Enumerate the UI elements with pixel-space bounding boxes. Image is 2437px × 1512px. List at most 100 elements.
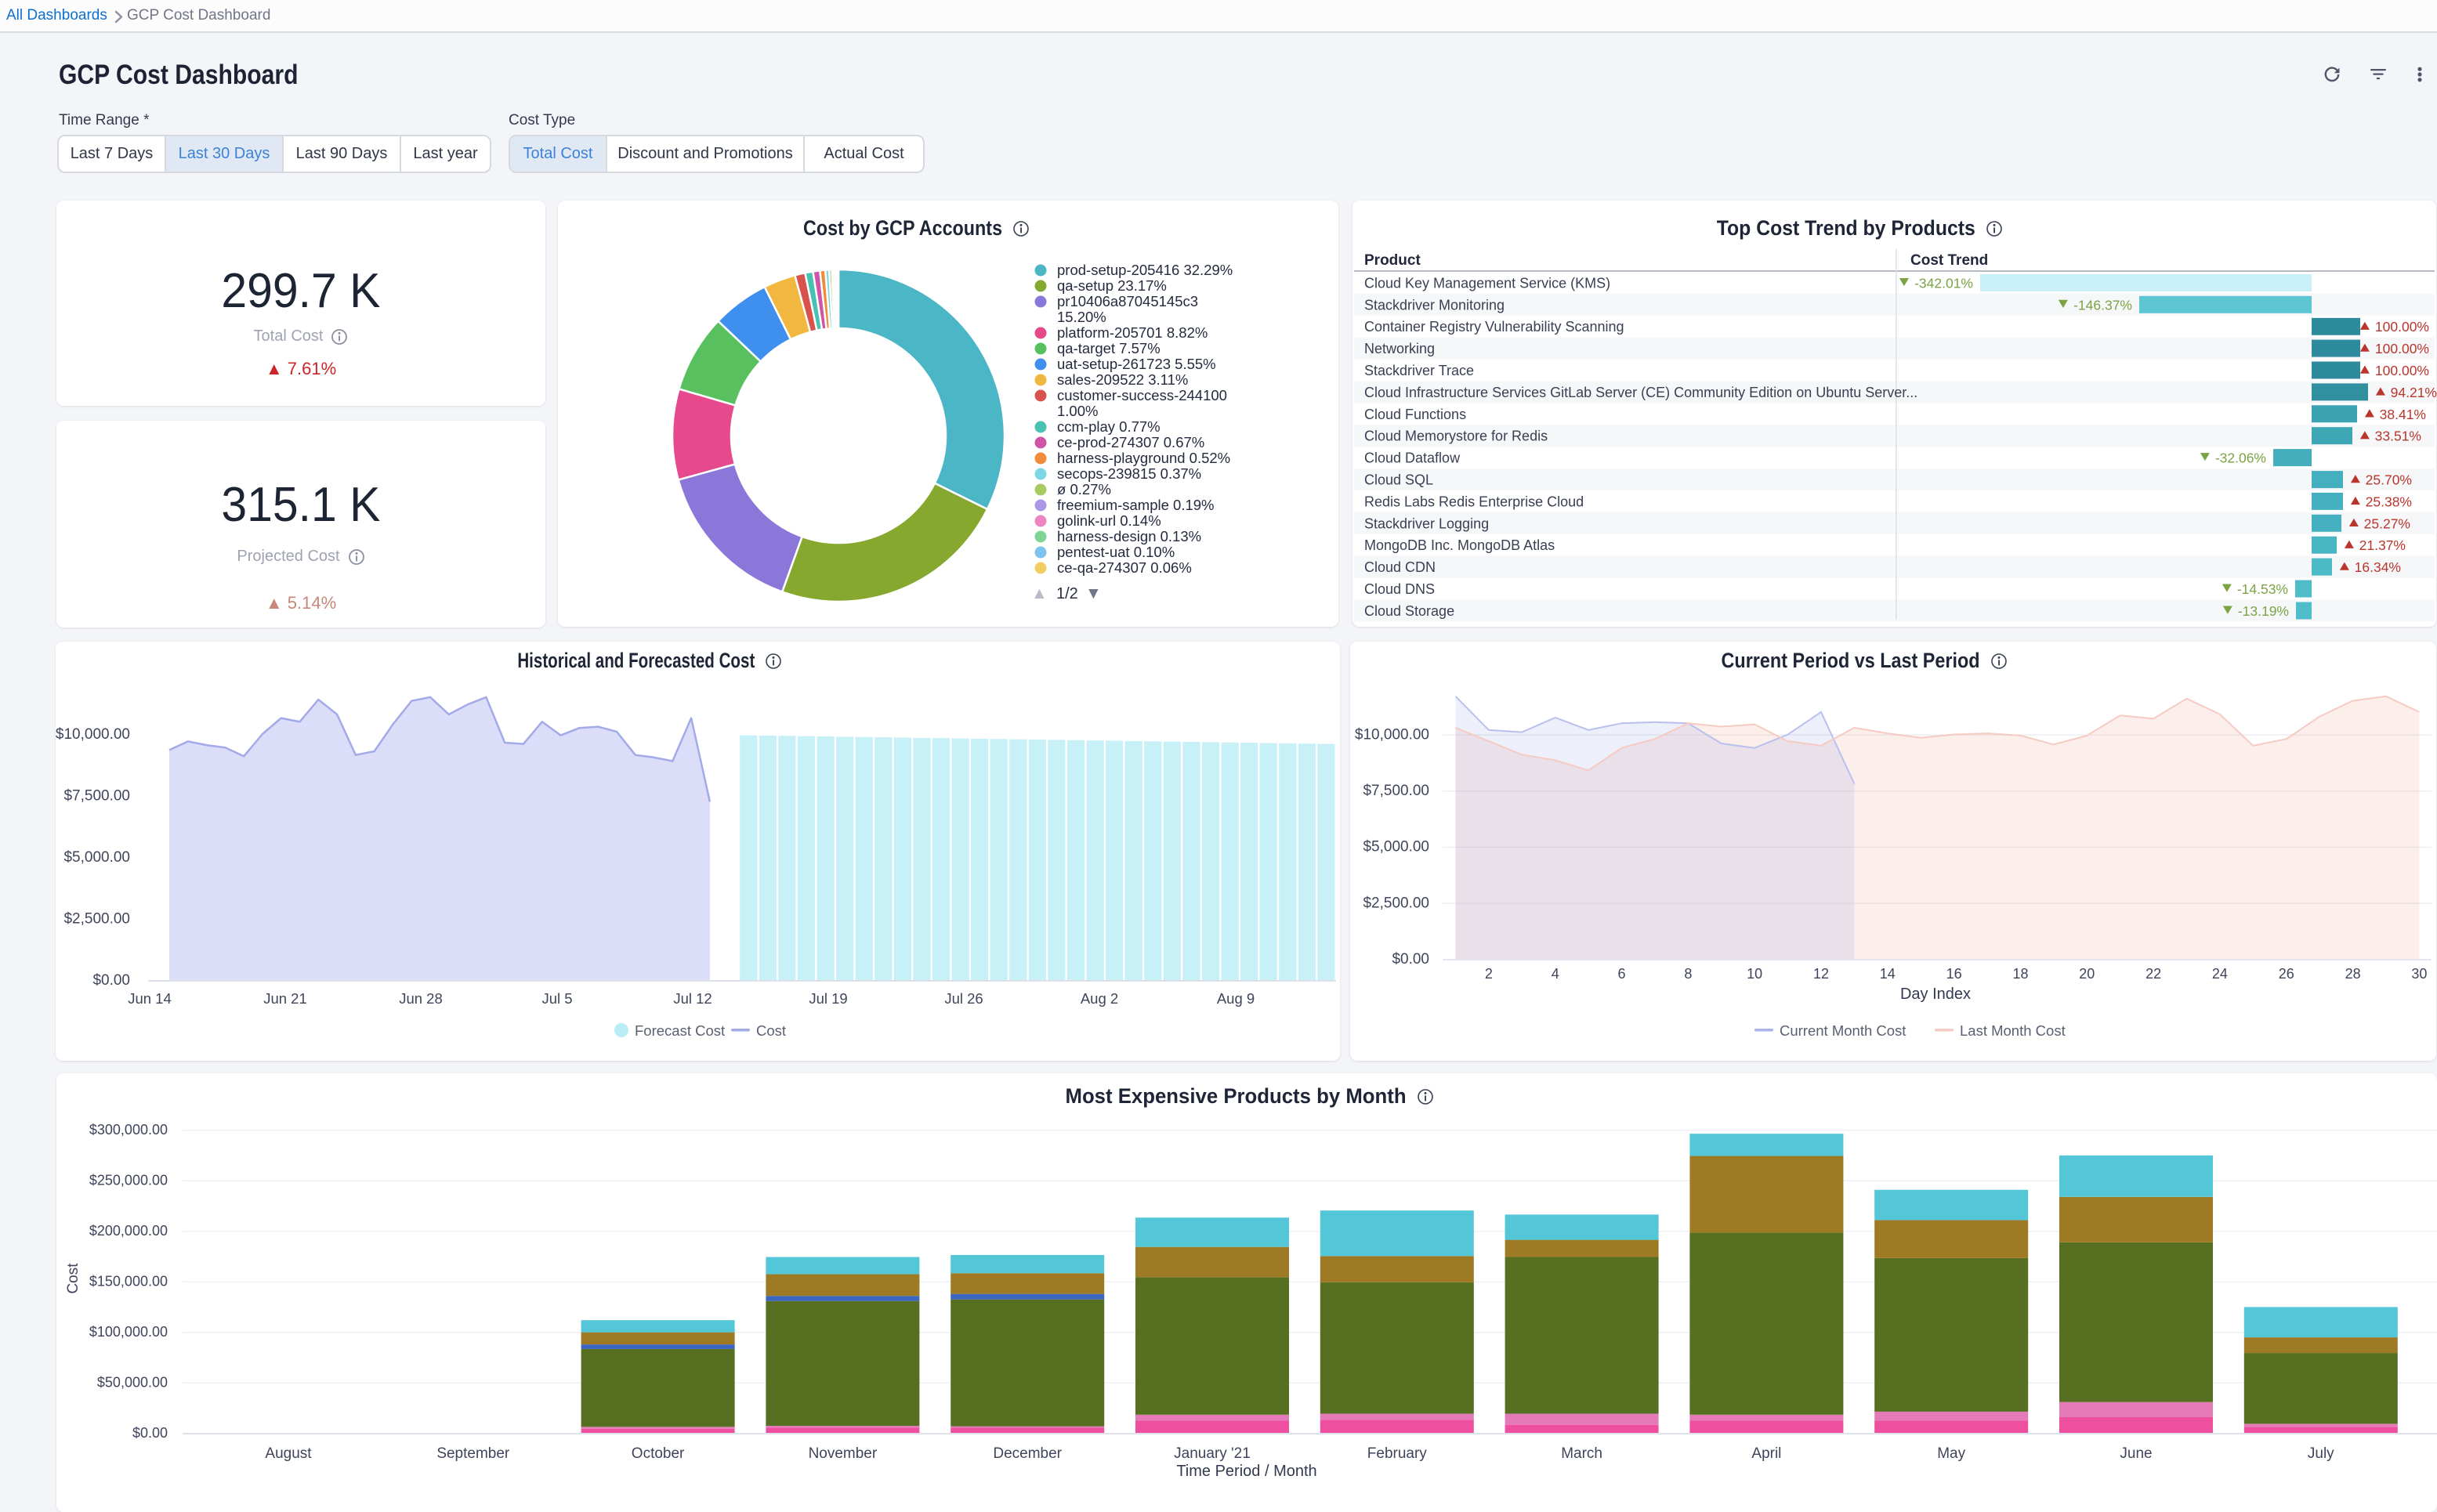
svg-text:$200,000.00: $200,000.00: [89, 1223, 168, 1239]
svg-text:$150,000.00: $150,000.00: [89, 1274, 168, 1290]
svg-text:1/2: 1/2: [1056, 585, 1078, 602]
svg-text:38.41%: 38.41%: [2380, 407, 2426, 422]
svg-text:2: 2: [1485, 966, 1493, 982]
svg-text:December: December: [993, 1445, 1062, 1462]
svg-text:Container Registry Vulnerabili: Container Registry Vulnerability Scannin…: [1364, 319, 1624, 335]
svg-text:15.20%: 15.20%: [1057, 309, 1106, 325]
svg-text:Jul 19: Jul 19: [809, 990, 847, 1007]
svg-text:Jun 28: Jun 28: [399, 990, 443, 1007]
svg-text:Jul 5: Jul 5: [541, 990, 572, 1007]
svg-text:qa-target 7.57%: qa-target 7.57%: [1057, 340, 1161, 356]
svg-text:Time Period / Month: Time Period / Month: [1176, 1463, 1316, 1480]
svg-text:-13.19%: -13.19%: [2238, 603, 2289, 619]
svg-text:September: September: [436, 1445, 510, 1462]
svg-text:4: 4: [1552, 966, 1559, 982]
svg-text:Cloud Functions: Cloud Functions: [1364, 407, 1466, 422]
svg-text:21.37%: 21.37%: [2359, 537, 2406, 553]
svg-text:1.00%: 1.00%: [1057, 403, 1098, 419]
svg-text:Aug 2: Aug 2: [1081, 990, 1118, 1007]
svg-text:Current Month Cost: Current Month Cost: [1780, 1022, 1906, 1039]
svg-text:Stackdriver Logging: Stackdriver Logging: [1364, 515, 1489, 531]
svg-text:$0.00: $0.00: [1392, 951, 1429, 968]
svg-text:28: 28: [2345, 966, 2361, 982]
svg-text:harness-playground 0.52%: harness-playground 0.52%: [1057, 450, 1230, 466]
svg-text:100.00%: 100.00%: [2375, 341, 2429, 356]
svg-text:platform-205701 8.82%: platform-205701 8.82%: [1057, 324, 1208, 341]
svg-text:November: November: [809, 1445, 878, 1462]
svg-text:May: May: [1937, 1445, 1965, 1462]
svg-text:prod-setup-205416 32.29%: prod-setup-205416 32.29%: [1057, 262, 1233, 278]
svg-text:Cloud Storage: Cloud Storage: [1364, 603, 1454, 619]
svg-text:$10,000.00: $10,000.00: [56, 726, 130, 743]
svg-text:April: April: [1751, 1445, 1781, 1462]
svg-text:ccm-play 0.77%: ccm-play 0.77%: [1057, 418, 1161, 435]
svg-text:16: 16: [1946, 966, 1962, 982]
svg-text:ce-prod-274307 0.67%: ce-prod-274307 0.67%: [1057, 434, 1204, 450]
svg-text:January '21: January '21: [1174, 1445, 1251, 1462]
svg-text:$5,000.00: $5,000.00: [63, 849, 130, 866]
svg-text:Cloud Dataflow: Cloud Dataflow: [1364, 450, 1461, 466]
svg-text:ce-qa-274307 0.06%: ce-qa-274307 0.06%: [1057, 559, 1192, 576]
svg-text:$10,000.00: $10,000.00: [1355, 726, 1429, 743]
svg-text:$2,500.00: $2,500.00: [63, 911, 130, 928]
svg-text:22: 22: [2146, 966, 2161, 982]
svg-text:Cloud CDN: Cloud CDN: [1364, 559, 1436, 575]
svg-text:Day Index: Day Index: [1900, 986, 1971, 1003]
svg-text:-14.53%: -14.53%: [2237, 581, 2288, 597]
svg-text:March: March: [1561, 1445, 1602, 1462]
svg-text:Jun 21: Jun 21: [263, 990, 307, 1007]
svg-text:$2,500.00: $2,500.00: [1363, 895, 1429, 911]
svg-text:Aug 9: Aug 9: [1217, 990, 1255, 1007]
svg-text:26: 26: [2279, 966, 2294, 982]
svg-text:$250,000.00: $250,000.00: [89, 1173, 168, 1188]
svg-text:14: 14: [1880, 966, 1896, 982]
svg-text:94.21%: 94.21%: [2391, 385, 2437, 400]
svg-text:$7,500.00: $7,500.00: [1363, 783, 1429, 799]
svg-text:Jun 14: Jun 14: [128, 990, 172, 1007]
svg-text:pentest-uat 0.10%: pentest-uat 0.10%: [1057, 544, 1175, 560]
svg-text:25.38%: 25.38%: [2366, 494, 2412, 509]
svg-text:$7,500.00: $7,500.00: [63, 788, 130, 805]
svg-text:▼: ▼: [1085, 584, 1102, 602]
svg-text:16.34%: 16.34%: [2355, 559, 2401, 575]
svg-text:MongoDB Inc. MongoDB Atlas: MongoDB Inc. MongoDB Atlas: [1364, 537, 1555, 553]
svg-text:$0.00: $0.00: [92, 972, 130, 989]
svg-text:-146.37%: -146.37%: [2073, 297, 2132, 313]
svg-text:33.51%: 33.51%: [2375, 429, 2421, 444]
svg-text:Jul 12: Jul 12: [673, 990, 712, 1007]
svg-text:qa-setup 23.17%: qa-setup 23.17%: [1057, 277, 1167, 294]
svg-text:ø 0.27%: ø 0.27%: [1057, 481, 1111, 497]
svg-text:October: October: [632, 1445, 685, 1462]
svg-text:harness-design 0.13%: harness-design 0.13%: [1057, 528, 1201, 544]
svg-text:Stackdriver Monitoring: Stackdriver Monitoring: [1364, 297, 1505, 313]
svg-text:Redis Labs Redis Enterprise Cl: Redis Labs Redis Enterprise Cloud: [1364, 494, 1584, 509]
svg-text:Networking: Networking: [1364, 341, 1435, 356]
svg-text:6: 6: [1617, 966, 1625, 982]
svg-text:freemium-sample 0.19%: freemium-sample 0.19%: [1057, 497, 1215, 513]
svg-text:100.00%: 100.00%: [2375, 319, 2429, 335]
svg-text:30: 30: [2411, 966, 2427, 982]
svg-text:secops-239815 0.37%: secops-239815 0.37%: [1057, 465, 1201, 482]
svg-text:-342.01%: -342.01%: [1914, 276, 1973, 291]
svg-text:Last Month Cost: Last Month Cost: [1960, 1022, 2066, 1039]
svg-text:Cloud DNS: Cloud DNS: [1364, 581, 1435, 597]
svg-text:Cost: Cost: [756, 1022, 786, 1039]
svg-text:18: 18: [2012, 966, 2028, 982]
svg-text:Cost Trend: Cost Trend: [1910, 252, 1988, 269]
svg-text:Cost: Cost: [65, 1263, 81, 1294]
svg-text:pr10406a87045145c3: pr10406a87045145c3: [1057, 293, 1198, 309]
svg-text:February: February: [1367, 1445, 1428, 1462]
svg-text:customer-success-244100: customer-success-244100: [1057, 387, 1227, 403]
svg-text:10: 10: [1747, 966, 1762, 982]
svg-text:Cloud Infrastructure Services: Cloud Infrastructure Services GitLab Ser…: [1364, 385, 1917, 400]
svg-text:24: 24: [2212, 966, 2228, 982]
svg-text:July: July: [2308, 1445, 2334, 1462]
svg-text:$50,000.00: $50,000.00: [97, 1375, 168, 1391]
svg-text:Forecast Cost: Forecast Cost: [635, 1022, 725, 1039]
svg-text:$100,000.00: $100,000.00: [89, 1324, 168, 1340]
svg-text:12: 12: [1813, 966, 1829, 982]
svg-text:uat-setup-261723 5.55%: uat-setup-261723 5.55%: [1057, 356, 1216, 372]
svg-text:20: 20: [2079, 966, 2095, 982]
svg-text:Cloud Key Management Service (: Cloud Key Management Service (KMS): [1364, 276, 1610, 291]
svg-text:Jul 26: Jul 26: [944, 990, 983, 1007]
